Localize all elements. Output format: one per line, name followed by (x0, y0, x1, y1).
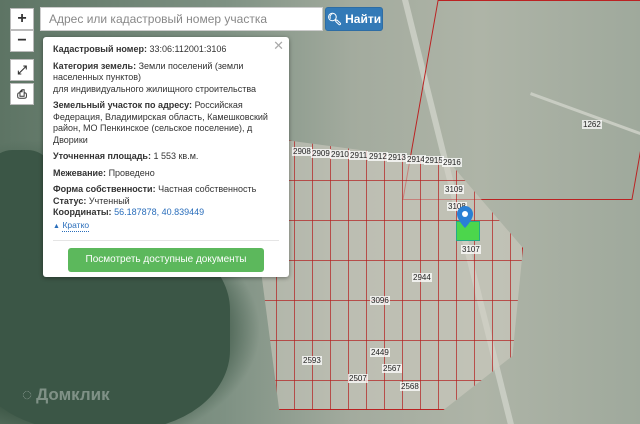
zoom-out-button[interactable]: − (10, 30, 34, 52)
search-input[interactable] (40, 7, 323, 31)
parcel-label[interactable]: 3109 (444, 185, 464, 194)
expand-icon: ⤢ (17, 62, 27, 77)
print-button[interactable]: ⎙ (10, 83, 34, 105)
parcel-label[interactable]: 2944 (412, 273, 432, 282)
parcel-label[interactable]: 1262 (582, 120, 602, 129)
parcel-label[interactable]: 2911 (349, 151, 369, 160)
survey-status: Межевание: Проведено (53, 167, 155, 178)
parcel-label[interactable]: 2909 (311, 149, 331, 158)
parcel-label[interactable]: 2910 (330, 150, 350, 159)
parcel-area: Уточненная площадь: 1 553 кв.м. (53, 151, 199, 161)
land-category: Категория земель: Земли поселений (земли… (53, 60, 257, 94)
parcel-label[interactable]: 2913 (387, 153, 407, 162)
view-documents-button[interactable]: Посмотреть доступные документы (68, 248, 264, 272)
caret-up-icon: ▲ (53, 222, 60, 230)
search-button[interactable]: 🔍︎ Найти (325, 7, 383, 31)
domclick-watermark: ◌ Домклик (22, 385, 110, 405)
zoom-in-button[interactable]: + (10, 8, 34, 30)
parcel-label[interactable]: 3107 (461, 245, 481, 254)
domclick-logo-icon: ◌ (22, 385, 33, 404)
watermark-text: Домклик (36, 385, 110, 404)
divider (53, 240, 279, 241)
search-icon: 🔍︎ (326, 12, 343, 26)
close-icon[interactable]: ✕ (273, 39, 284, 51)
parcel-address: Земельный участок по адресу: Российская … (53, 100, 268, 145)
parcel-label[interactable]: 2916 (442, 158, 462, 167)
search-button-label: Найти (345, 12, 382, 26)
coordinates: Координаты: 56.187878, 40.839449 (53, 207, 205, 217)
parcel-label[interactable]: 2593 (302, 356, 322, 365)
parcel-label[interactable]: 2915 (424, 156, 444, 165)
cadastral-number: Кадастровый номер: 33:06:112001:3106 (53, 44, 227, 54)
parcel-label[interactable]: 2912 (368, 152, 388, 161)
parcel-label[interactable]: 3096 (370, 296, 390, 305)
parcel-info-popup: ✕ Кадастровый номер: 33:06:112001:3106 К… (43, 37, 289, 277)
collapse-toggle[interactable]: ▲ Кратко (53, 219, 279, 232)
coordinates-link[interactable]: 56.187878, 40.839449 (114, 207, 204, 217)
collapse-link[interactable]: Кратко (62, 220, 90, 232)
parcel-label[interactable]: 2449 (370, 348, 390, 357)
fullscreen-button[interactable]: ⤢ (10, 59, 34, 81)
parcel-label[interactable]: 2908 (292, 147, 312, 156)
parcel-label[interactable]: 2507 (348, 374, 368, 383)
parcel-label[interactable]: 2914 (406, 155, 426, 164)
parcel-label[interactable]: 2567 (382, 364, 402, 373)
parcel-label[interactable]: 2568 (400, 382, 420, 391)
map-pin-icon[interactable] (457, 206, 473, 228)
ownership-form: Форма собственности: Частная собственнос… (53, 184, 257, 194)
print-icon: ⎙ (17, 86, 27, 101)
record-status: Статус: Учтенный (53, 195, 130, 206)
